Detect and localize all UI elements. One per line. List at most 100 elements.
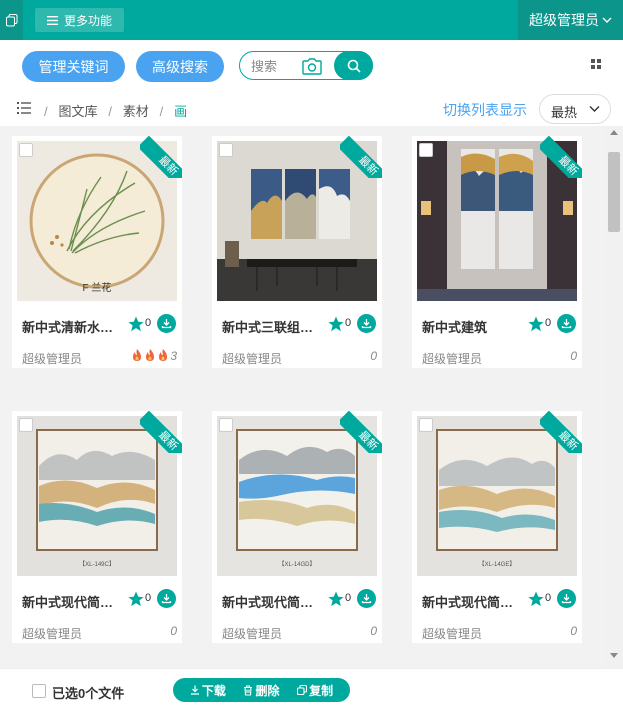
image-caption: 【XL-149C】 — [79, 562, 115, 568]
delete-button[interactable]: 删除 — [243, 682, 279, 699]
search-input[interactable] — [251, 57, 295, 75]
new-badge-label: 最新 — [540, 411, 582, 453]
sort-value: 最热 — [551, 105, 578, 120]
new-badge: 最新 — [540, 136, 582, 178]
sort-select[interactable]: 最热 — [539, 94, 611, 124]
manage-keywords-button[interactable]: 管理关键词 — [22, 51, 125, 82]
scrollbar-thumb[interactable] — [608, 152, 620, 232]
heat-count: 0 — [370, 349, 377, 363]
heat-count: 0 — [370, 624, 377, 638]
download-icon[interactable] — [157, 589, 176, 608]
card-author: 超级管理员 — [422, 627, 483, 641]
fire-icon — [133, 349, 141, 361]
card-author: 超级管理员 — [422, 352, 483, 366]
card-checkbox[interactable] — [219, 143, 233, 157]
favorite-count: 0 — [345, 592, 352, 604]
star-icon[interactable] — [127, 315, 145, 333]
card-checkbox[interactable] — [19, 418, 33, 432]
download-label: 下载 — [201, 683, 226, 698]
toolbar: 管理关键词 高级搜索 — [0, 40, 623, 92]
switch-list-view-link[interactable]: 切换列表显示 — [443, 100, 527, 120]
image-grid: F 兰花 最新 新中式清新水墨兰花装饰画 0 超级管理员 3 — [0, 126, 605, 668]
star-icon[interactable] — [327, 315, 345, 333]
admin-label: 超级管理员 — [529, 12, 599, 28]
fire-icon — [159, 349, 167, 361]
chevron-down-icon — [589, 106, 600, 112]
image-card[interactable]: 【XL-149C】 最新 新中式现代简约装饰画 0 超级管理员 0 — [12, 411, 182, 643]
scroll-down-arrow-icon[interactable] — [610, 653, 618, 658]
bulk-actions: 下载 删除 复制 — [173, 678, 350, 702]
download-icon[interactable] — [157, 314, 176, 333]
image-card[interactable]: 最新 新中式三联组合装饰画 0 超级管理员 0 — [212, 136, 382, 368]
download-button[interactable]: 下载 — [190, 682, 226, 699]
breadcrumb-separator: / — [44, 104, 48, 119]
search-button[interactable] — [334, 51, 373, 80]
selected-count-label: 已选0个文件 — [52, 686, 125, 701]
download-icon — [190, 685, 199, 695]
card-checkbox[interactable] — [419, 418, 433, 432]
new-badge-label: 最新 — [340, 411, 382, 453]
copy-button[interactable]: 复制 — [297, 682, 333, 699]
image-card[interactable]: 【XL-14GD】 最新 新中式现代简约装饰画 0 超级管理员 0 — [212, 411, 382, 643]
favorite-count: 0 — [545, 317, 552, 329]
card-author: 超级管理员 — [222, 352, 283, 366]
heat-fires — [131, 348, 169, 362]
star-icon[interactable] — [527, 590, 545, 608]
new-badge: 最新 — [140, 136, 182, 178]
card-title[interactable]: 新中式清新水墨兰花装饰画 — [22, 317, 124, 336]
list-menu-icon[interactable] — [17, 102, 31, 114]
card-checkbox[interactable] — [219, 418, 233, 432]
advanced-search-button[interactable]: 高级搜索 — [136, 51, 224, 82]
search-icon — [347, 59, 361, 73]
download-icon[interactable] — [557, 589, 576, 608]
card-author: 超级管理员 — [22, 627, 83, 641]
new-badge-label: 最新 — [540, 136, 582, 178]
card-title[interactable]: 新中式现代简约装饰画 — [422, 592, 524, 611]
breadcrumb-item-material[interactable]: 素材 — [123, 104, 149, 119]
favorite-count: 0 — [545, 592, 552, 604]
heat-count: 3 — [170, 349, 177, 363]
star-icon[interactable] — [327, 590, 345, 608]
fire-icon — [146, 349, 154, 361]
new-badge: 最新 — [140, 411, 182, 453]
image-caption: 【XL-14GD】 — [278, 562, 316, 568]
card-author: 超级管理员 — [222, 627, 283, 641]
image-card[interactable]: F 兰花 最新 新中式清新水墨兰花装饰画 0 超级管理员 3 — [12, 136, 182, 368]
download-icon[interactable] — [357, 314, 376, 333]
heat-count: 0 — [170, 624, 177, 638]
new-badge-label: 最新 — [140, 136, 182, 178]
breadcrumb: / 图文库 / 素材 / 画 — [44, 101, 187, 120]
select-all-checkbox[interactable] — [32, 684, 46, 698]
download-icon[interactable] — [557, 314, 576, 333]
more-functions-button[interactable]: 更多功能 — [35, 8, 124, 32]
card-title[interactable]: 新中式建筑 — [422, 317, 524, 336]
card-checkbox[interactable] — [419, 143, 433, 157]
trash-icon — [244, 684, 253, 696]
new-badge: 最新 — [340, 136, 382, 178]
camera-icon[interactable] — [301, 55, 323, 77]
copy-icon[interactable] — [0, 0, 23, 40]
star-icon[interactable] — [527, 315, 545, 333]
breadcrumb-separator: / — [159, 104, 164, 119]
star-icon[interactable] — [127, 590, 145, 608]
hamburger-icon — [46, 15, 58, 25]
card-title[interactable]: 新中式现代简约装饰画 — [22, 592, 124, 611]
heat-count: 0 — [570, 349, 577, 363]
image-caption: 【XL-14GE】 — [478, 562, 516, 568]
card-title[interactable]: 新中式三联组合装饰画 — [222, 317, 324, 336]
breadcrumb-item-gallery[interactable]: 图文库 — [58, 104, 97, 119]
top-bar: 更多功能 超级管理员 — [0, 0, 623, 40]
scroll-up-arrow-icon[interactable] — [610, 130, 618, 135]
image-card[interactable]: 【XL-14GE】 最新 新中式现代简约装饰画 0 超级管理员 0 — [412, 411, 582, 643]
image-card[interactable]: 最新 新中式建筑 0 超级管理员 0 — [412, 136, 582, 368]
card-title[interactable]: 新中式现代简约装饰画 — [222, 592, 324, 611]
admin-user-menu[interactable]: 超级管理员 — [518, 0, 623, 40]
breadcrumb-bar: / 图文库 / 素材 / 画 切换列表显示 最热 — [0, 92, 623, 126]
card-checkbox[interactable] — [19, 143, 33, 157]
chevron-down-icon — [602, 17, 612, 23]
download-icon[interactable] — [357, 589, 376, 608]
grid-view-icon[interactable] — [591, 59, 601, 69]
scrollbar[interactable] — [605, 126, 623, 668]
favorite-count: 0 — [145, 317, 152, 329]
heat-count: 0 — [570, 624, 577, 638]
